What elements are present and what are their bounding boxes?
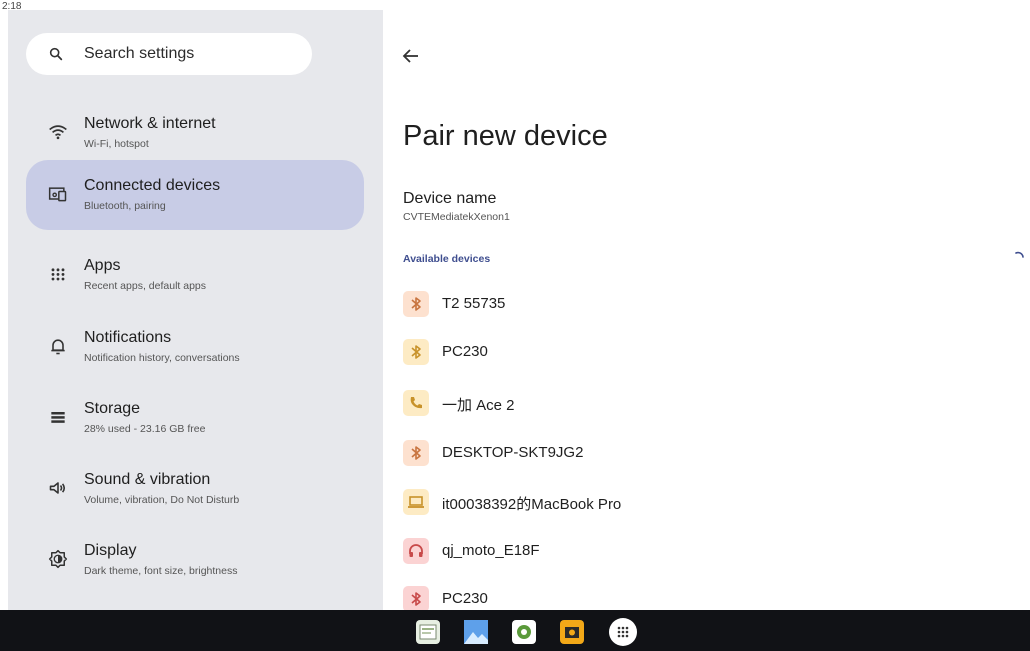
sidebar-item-title: Storage bbox=[84, 400, 141, 417]
sidebar-item-title: Apps bbox=[84, 257, 121, 274]
sidebar-item-title: Sound & vibration bbox=[84, 471, 211, 488]
sidebar-item-title: Display bbox=[84, 542, 137, 559]
display-icon bbox=[48, 549, 68, 569]
settings-app-glyph bbox=[517, 625, 531, 639]
device-row-t2-55735[interactable]: T2 55735 bbox=[403, 284, 1003, 324]
sidebar-item-sound[interactable]: Sound & vibration Volume, vibration, Do … bbox=[26, 454, 364, 524]
available-devices-header: Available devices bbox=[403, 253, 491, 265]
sidebar-item-subtitle: Notification history, conversations bbox=[84, 352, 240, 364]
taskbar bbox=[0, 610, 1030, 651]
bell-icon bbox=[51, 339, 65, 355]
headphones-icon bbox=[409, 544, 423, 557]
sidebar-item-title: Notifications bbox=[84, 329, 172, 346]
device-badge bbox=[403, 538, 429, 564]
device-name: PC230 bbox=[442, 590, 488, 607]
sidebar-item-notifications[interactable]: Notifications Notification history, conv… bbox=[26, 312, 364, 382]
device-name: qj_moto_E18F bbox=[442, 542, 540, 559]
device-badge bbox=[403, 291, 429, 317]
camera-app-icon[interactable] bbox=[560, 620, 584, 644]
all-apps-glyph bbox=[617, 626, 629, 638]
pair-device-panel: Pair new device Device name CVTEMediatek… bbox=[383, 10, 1030, 612]
left-edge bbox=[0, 18, 8, 610]
settings-app-icon[interactable] bbox=[512, 620, 536, 644]
speaker-icon bbox=[49, 482, 66, 494]
sidebar-item-network[interactable]: Network & internet Wi-Fi, hotspot bbox=[26, 98, 364, 168]
sidebar-item-subtitle: Dark theme, font size, brightness bbox=[84, 565, 238, 577]
notes-app-icon[interactable] bbox=[416, 620, 440, 644]
sidebar-item-storage[interactable]: Storage 28% used - 23.16 GB free bbox=[26, 383, 364, 453]
screen: 2:18 Search settings Network & internet … bbox=[0, 0, 1030, 651]
sidebar-item-apps[interactable]: Apps Recent apps, default apps bbox=[26, 240, 364, 310]
back-arrow-icon[interactable] bbox=[399, 44, 423, 68]
device-name-value: CVTEMediatekXenon1 bbox=[403, 211, 510, 223]
device-row-macbook-pro[interactable]: it00038392的MacBook Pro bbox=[403, 482, 1003, 522]
device-badge bbox=[403, 489, 429, 515]
sidebar-item-connected-devices[interactable]: Connected devices Bluetooth, pairing bbox=[26, 160, 364, 230]
apps-grid-icon bbox=[51, 268, 65, 281]
bluetooth-icon bbox=[411, 345, 421, 359]
loading-spinner-icon bbox=[1015, 251, 1024, 258]
device-badge bbox=[403, 586, 429, 612]
wifi-icon bbox=[49, 125, 67, 140]
laptop-icon bbox=[408, 496, 424, 508]
notes-app-glyph bbox=[419, 624, 437, 640]
sidebar-item-title: Network & internet bbox=[84, 115, 216, 132]
search-placeholder: Search settings bbox=[84, 45, 195, 62]
phone-icon bbox=[410, 397, 422, 409]
device-row-qj-moto-e18f[interactable]: qj_moto_E18F bbox=[403, 531, 1003, 571]
camera-app-glyph bbox=[565, 627, 579, 638]
sidebar-item-subtitle: Wi-Fi, hotspot bbox=[84, 138, 149, 150]
connected-devices-icon bbox=[48, 187, 67, 202]
storage-icon bbox=[51, 412, 65, 423]
device-name: 一加 Ace 2 bbox=[442, 397, 515, 414]
device-name: DESKTOP-SKT9JG2 bbox=[442, 444, 584, 461]
sidebar-item-subtitle: 28% used - 23.16 GB free bbox=[84, 423, 206, 435]
page-title: Pair new device bbox=[403, 120, 608, 152]
sidebar-item-subtitle: Recent apps, default apps bbox=[84, 280, 207, 292]
search-input[interactable]: Search settings bbox=[26, 33, 312, 75]
device-badge bbox=[403, 390, 429, 416]
sidebar-item-title: Connected devices bbox=[84, 177, 221, 194]
device-name: T2 55735 bbox=[442, 295, 506, 312]
device-badge bbox=[403, 339, 429, 365]
device-row-oneplus-ace-2[interactable]: 一加 Ace 2 bbox=[403, 383, 1003, 423]
device-name: PC230 bbox=[442, 343, 488, 360]
sidebar-item-subtitle: Bluetooth, pairing bbox=[84, 200, 166, 212]
gallery-app-icon[interactable] bbox=[464, 620, 488, 644]
device-badge bbox=[403, 440, 429, 466]
settings-sidebar: Search settings Network & internet Wi-Fi… bbox=[8, 10, 383, 610]
all-apps-icon[interactable] bbox=[609, 618, 637, 646]
bluetooth-icon bbox=[411, 446, 421, 460]
device-row-pc230[interactable]: PC230 bbox=[403, 332, 1003, 372]
device-name: it00038392的MacBook Pro bbox=[442, 496, 622, 513]
sidebar-item-display[interactable]: Display Dark theme, font size, brightnes… bbox=[26, 525, 364, 595]
bluetooth-icon bbox=[411, 297, 421, 311]
bluetooth-icon bbox=[411, 592, 421, 606]
search-icon bbox=[49, 47, 63, 61]
sidebar-item-subtitle: Volume, vibration, Do Not Disturb bbox=[84, 494, 240, 506]
device-row-desktop-skt9jg2[interactable]: DESKTOP-SKT9JG2 bbox=[403, 433, 1003, 473]
gallery-app-glyph bbox=[464, 620, 488, 644]
device-name-label[interactable]: Device name bbox=[403, 190, 496, 208]
